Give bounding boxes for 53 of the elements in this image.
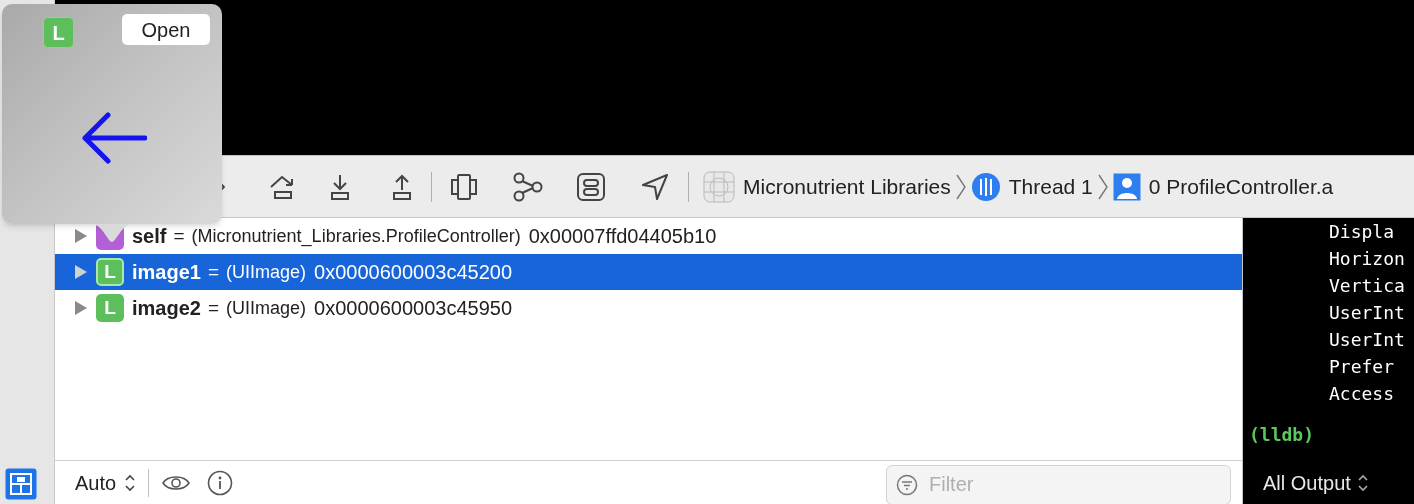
console-prompt: (lldb) (1248, 423, 1316, 447)
open-button[interactable]: Open (122, 14, 210, 45)
variable-type: (Micronutrient_Libraries.ProfileController) (191, 224, 521, 249)
local-badge: L (43, 17, 74, 48)
variable-type: (UIImage) (226, 260, 307, 284)
disclosure-triangle-icon[interactable] (73, 227, 89, 245)
variable-name: image1 (132, 260, 201, 285)
variable-row[interactable]: L image2 = (UIImage) 0x0000600003c45950 (55, 290, 1242, 326)
popover-pointer (92, 224, 132, 242)
breadcrumb-separator-icon (1096, 172, 1109, 201)
location-arrow-icon[interactable] (640, 171, 670, 202)
variable-address: 0x0000600003c45950 (314, 296, 513, 321)
console-line: Horizon (1329, 247, 1406, 271)
variable-row[interactable]: L image1 = (UIImage) 0x0000600003c45200 (55, 254, 1242, 290)
disclosure-triangle-icon[interactable] (73, 263, 89, 281)
console-line: UserInt (1329, 328, 1406, 352)
view-hierarchy-icon[interactable] (450, 172, 478, 201)
variable-address: 0x00007ffd04405b10 (528, 224, 717, 249)
output-selector[interactable]: All Output (1263, 468, 1414, 498)
console-line: Displa (1329, 220, 1396, 244)
breadcrumb-item[interactable]: Thread 1 (1008, 170, 1093, 203)
step-into-icon[interactable] (329, 172, 351, 201)
grid-icon (703, 170, 735, 203)
graph-icon[interactable] (512, 171, 544, 202)
equals-sign: = (173, 223, 185, 248)
variable-name: self (132, 224, 167, 249)
breadcrumb-item[interactable]: Micronutrient Libraries (743, 170, 951, 203)
person-icon (1112, 172, 1141, 201)
disclosure-triangle-icon[interactable] (73, 299, 89, 317)
left-arrow-icon (81, 111, 147, 167)
variable-address: 0x0000600003c45200 (314, 260, 513, 285)
variable-type: (UIImage) (226, 296, 307, 320)
layout-icon[interactable] (5, 468, 37, 500)
updown-chevron-icon (1356, 473, 1369, 493)
equals-sign: = (207, 295, 220, 320)
info-icon[interactable] (207, 469, 234, 496)
thread-icon (970, 171, 1001, 202)
scope-selector[interactable]: Auto (75, 467, 137, 498)
console-line: UserInt (1329, 301, 1406, 325)
filter-icon (896, 473, 918, 496)
console-line: Prefer (1329, 355, 1396, 379)
updown-chevron-icon (124, 472, 137, 493)
console-line: Access (1329, 382, 1396, 406)
console-line: Vertica (1329, 274, 1406, 298)
step-out-icon[interactable] (391, 172, 413, 201)
filter-field[interactable]: Filter (886, 464, 1231, 504)
local-badge: L (96, 258, 124, 286)
local-badge: L (96, 294, 124, 322)
variable-name: image2 (132, 296, 201, 321)
toggles-icon[interactable] (576, 171, 606, 202)
breadcrumb-separator-icon (954, 172, 967, 201)
breadcrumb-item[interactable]: 0 ProfileController.a (1148, 170, 1334, 203)
equals-sign: = (207, 259, 220, 284)
